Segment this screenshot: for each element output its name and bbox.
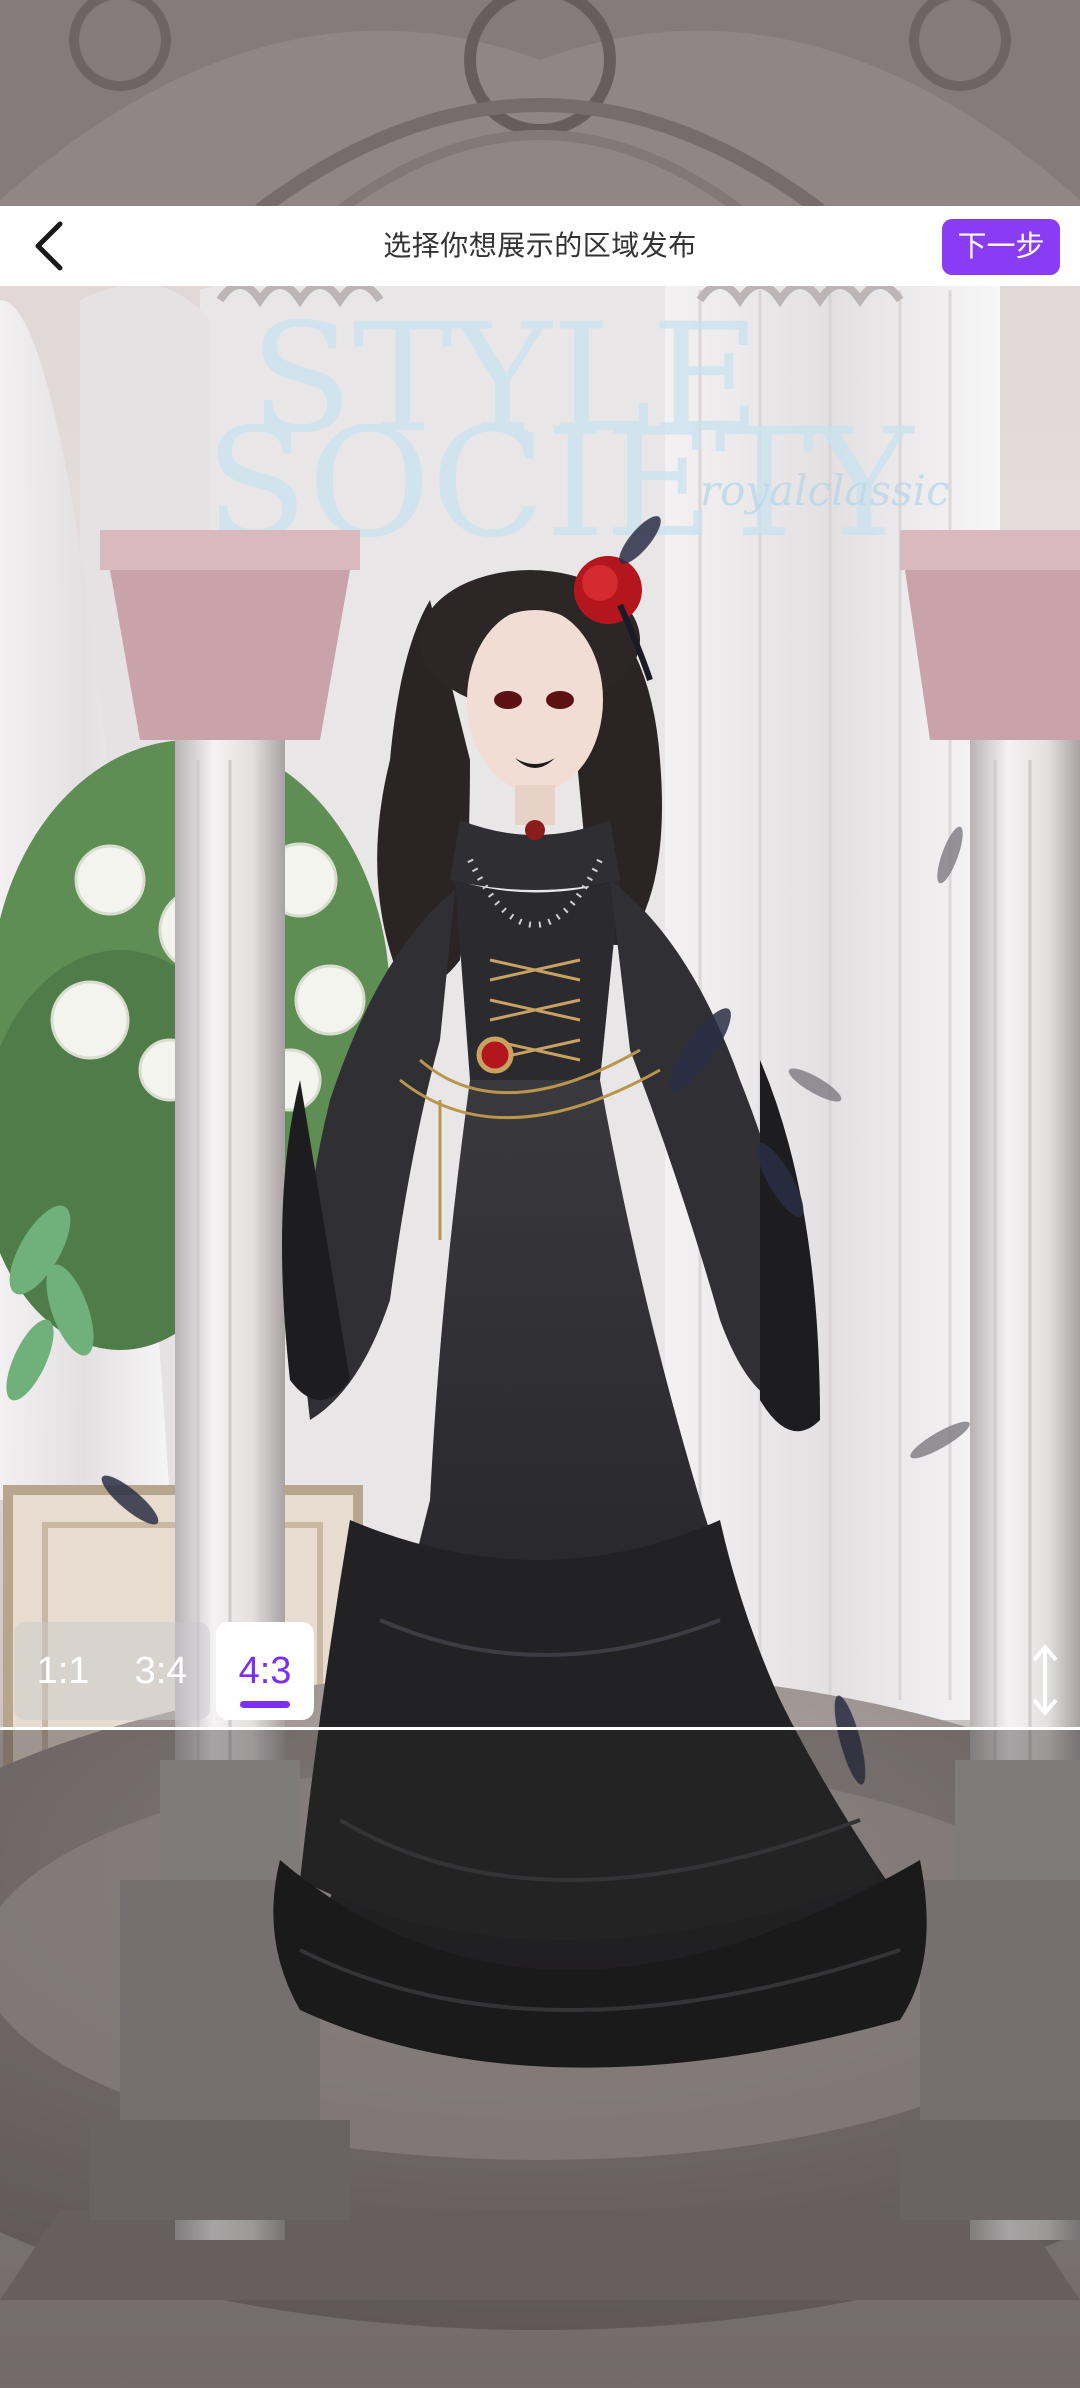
crop-resize-handle[interactable] (1022, 1640, 1068, 1720)
vertical-resize-arrows-icon (1032, 1645, 1058, 1715)
photo-crop-screen: STYLE SOCIETY royalclassic 选择你想展示的区域发布 下… (0, 0, 1080, 2388)
next-step-button[interactable]: 下一步 (942, 219, 1060, 275)
ratio-option-label: 4:3 (238, 1650, 292, 1692)
ratio-option-4-3[interactable]: 4:3 (216, 1622, 314, 1720)
ornate-arch-ceiling (0, 0, 1080, 216)
character-artwork[interactable]: STYLE SOCIETY royalclassic (0, 0, 1080, 2388)
ratio-option-3-4[interactable]: 3:4 (112, 1622, 210, 1720)
page-title: 选择你想展示的区域发布 (383, 230, 697, 261)
aspect-ratio-selector: 1:1 3:4 4:3 (14, 1622, 314, 1720)
header-bar: 选择你想展示的区域发布 下一步 (0, 206, 1080, 286)
selected-indicator (240, 1701, 290, 1708)
ratio-option-1-1[interactable]: 1:1 (14, 1622, 112, 1720)
svg-text:royalclassic: royalclassic (700, 466, 950, 515)
